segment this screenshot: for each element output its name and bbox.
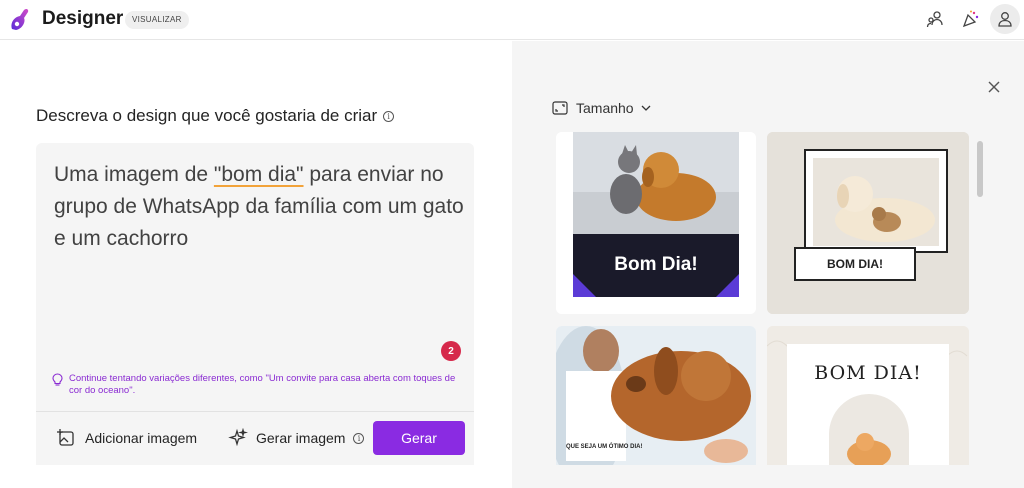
app-title[interactable]: Designer: [42, 8, 123, 30]
generate-image-button[interactable]: Gerar imagem i: [228, 428, 365, 448]
celebration-bell-icon[interactable]: [955, 4, 985, 34]
prompt-text[interactable]: Uma imagem de "bom dia" para enviar no g…: [54, 159, 464, 255]
card-caption: BOM DIA!: [827, 257, 883, 271]
person-switch-icon[interactable]: [920, 4, 950, 34]
size-dropdown[interactable]: Tamanho: [552, 100, 652, 116]
design-card[interactable]: BOM DIA!: [767, 326, 969, 465]
account-icon[interactable]: [990, 4, 1020, 34]
designer-logo-icon[interactable]: [6, 5, 36, 35]
prompt-text-part: Uma imagem de: [54, 163, 214, 186]
prompt-heading: Descreva o design que você gostaria de c…: [36, 106, 395, 126]
card-caption: BOM DIA!: [814, 362, 922, 384]
design-preview-1: [556, 132, 756, 314]
suggestion-label: Continue tentando variações diferentes, …: [69, 373, 456, 396]
design-card[interactable]: BOM DIA!: [767, 132, 969, 314]
prompt-text-marked[interactable]: "bom dia": [214, 163, 304, 186]
prompt-panel: Descreva o design que você gostaria de c…: [0, 41, 512, 488]
card-caption: QUE SEJA UM ÓTIMO DIA!: [566, 444, 643, 450]
suggestion-count-badge[interactable]: 2: [441, 341, 461, 361]
design-preview-4: [767, 326, 969, 465]
add-image-label: Adicionar imagem: [85, 430, 198, 446]
generate-button[interactable]: Gerar: [373, 421, 465, 455]
lightbulb-icon: [52, 373, 63, 390]
card-caption: Bom Dia!: [614, 254, 698, 275]
sparkle-icon: [228, 428, 248, 447]
results-panel: Tamanho Bom Dia! BOM DIA! QUE SEJA UM ÓT…: [512, 41, 1024, 488]
results-gallery: Bom Dia! BOM DIA! QUE SEJA UM ÓTIMO DIA!…: [556, 132, 971, 465]
add-image-icon: [57, 429, 74, 446]
resize-icon: [552, 101, 568, 115]
add-image-button[interactable]: Adicionar imagem: [57, 428, 197, 448]
generate-image-info-icon[interactable]: i: [353, 432, 365, 444]
design-preview-2: [767, 132, 969, 314]
generate-image-label: Gerar imagem: [256, 430, 346, 446]
suggestion-text[interactable]: Continue tentando variações diferentes, …: [52, 373, 462, 397]
info-icon[interactable]: i: [383, 110, 395, 122]
design-card[interactable]: QUE SEJA UM ÓTIMO DIA!: [556, 326, 756, 465]
close-icon[interactable]: [986, 79, 1002, 95]
prompt-actions: Adicionar imagem Gerar imagem i Gerar: [36, 411, 474, 465]
preview-badge: VISUALIZAR: [125, 11, 189, 29]
size-label: Tamanho: [576, 100, 634, 116]
gallery-scrollbar[interactable]: [977, 141, 983, 197]
top-bar: Designer VISUALIZAR: [0, 0, 1024, 40]
prompt-heading-text: Descreva o design que você gostaria de c…: [36, 106, 378, 125]
design-card[interactable]: Bom Dia!: [556, 132, 756, 314]
prompt-input[interactable]: Uma imagem de "bom dia" para enviar no g…: [36, 143, 474, 411]
chevron-down-icon: [641, 105, 651, 111]
